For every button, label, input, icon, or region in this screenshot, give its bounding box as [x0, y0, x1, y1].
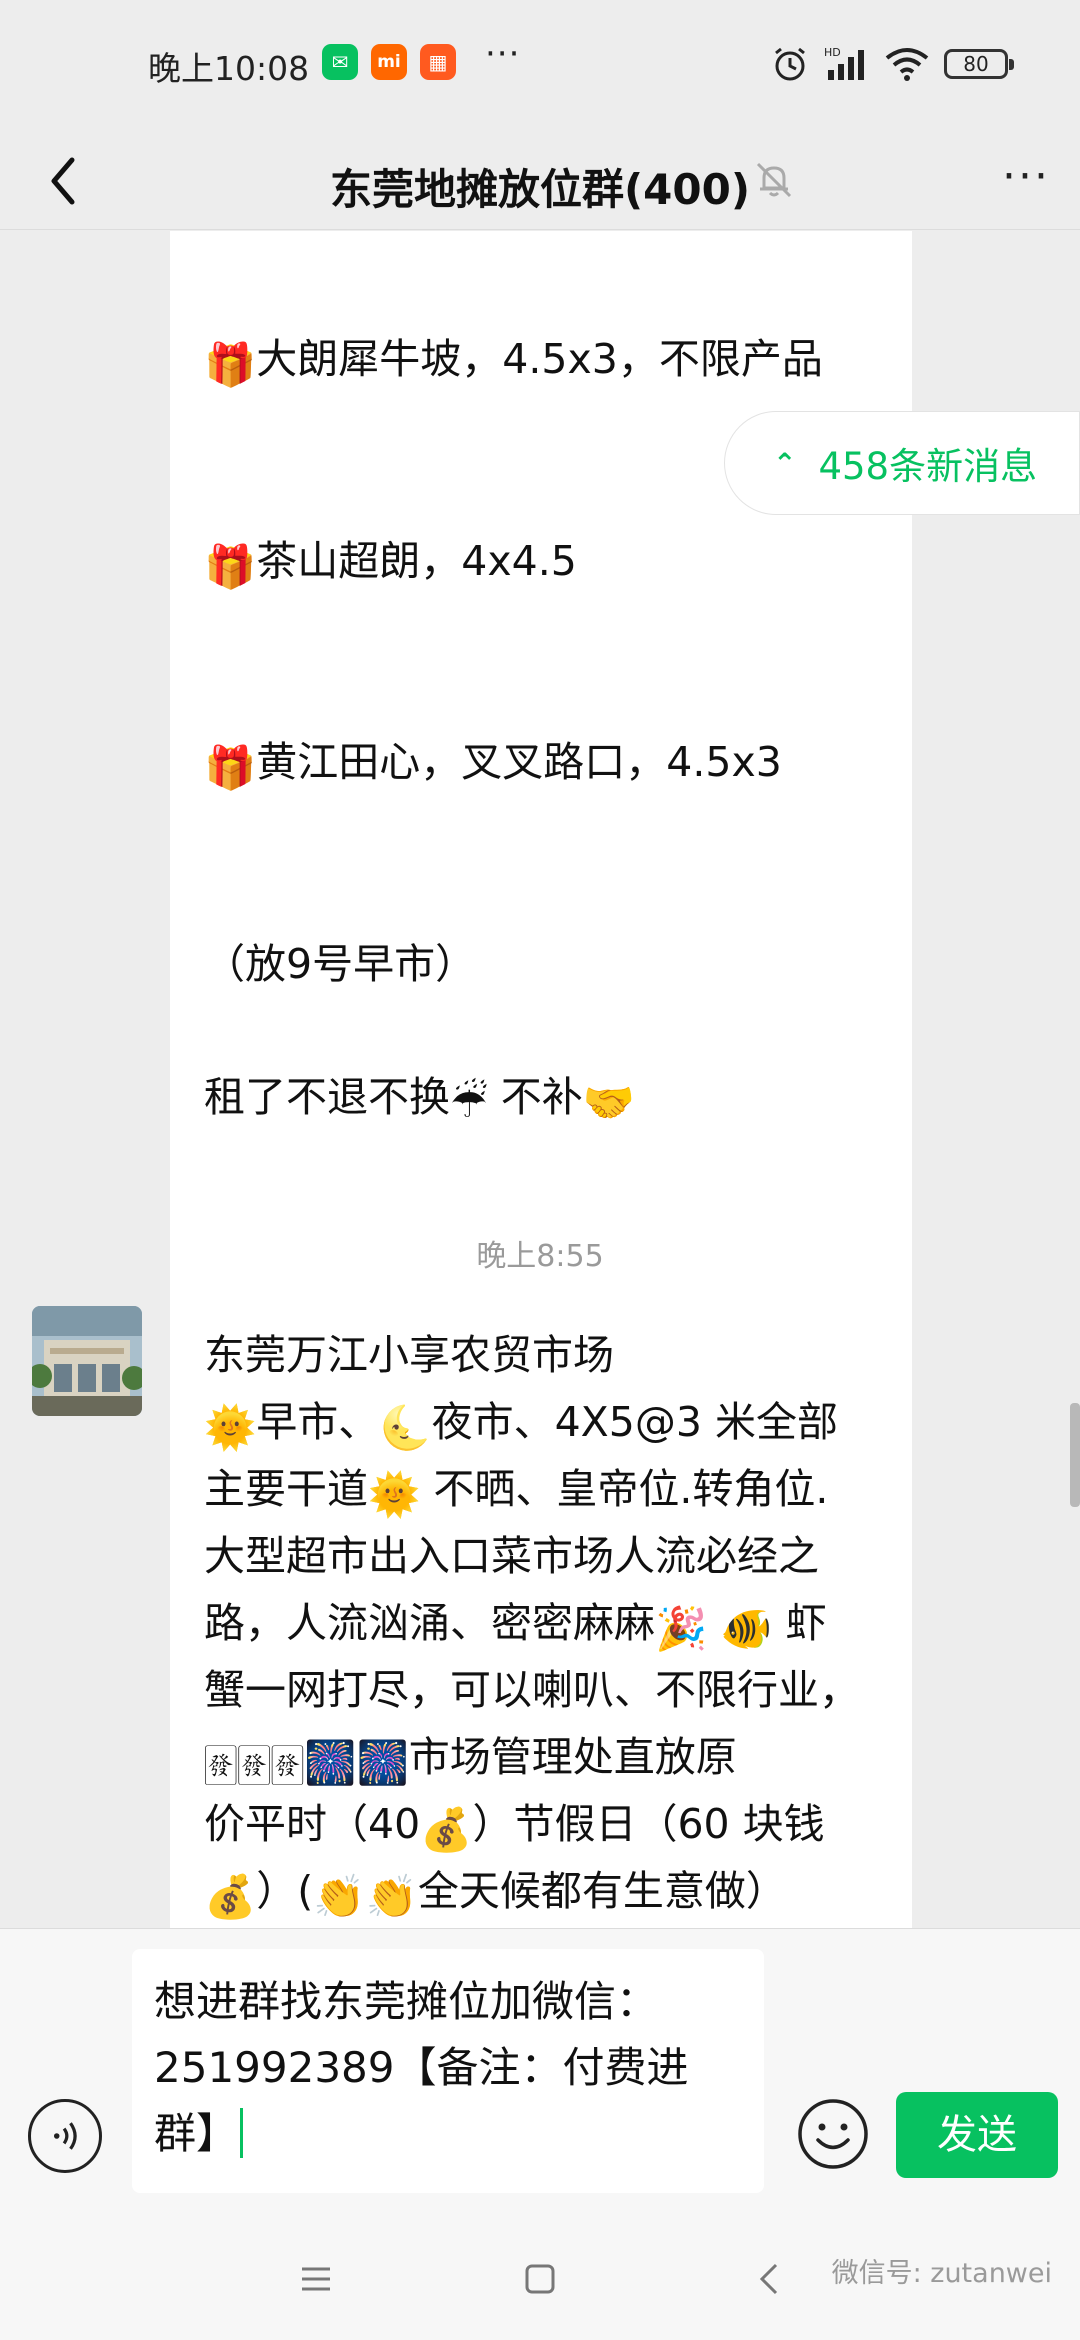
money-bag-icon: 💰: [204, 1872, 257, 1921]
emoji-button[interactable]: [796, 2097, 870, 2171]
home-icon[interactable]: [510, 2249, 570, 2309]
app-icon: ▦: [420, 44, 456, 80]
voice-input-button[interactable]: [28, 2099, 102, 2173]
sun-icon: 🌞: [204, 1403, 257, 1452]
chat-area[interactable]: 🎁大朗犀牛坡，4.5x3，不限产品 🎁茶山超朗，4x4.5 🎁黄江田心，叉叉路口…: [0, 231, 1080, 1928]
message-line: 价平时（40💰）节假日（60 块钱: [204, 1800, 825, 1854]
message-line: 🎁茶山超朗，4x4.5: [204, 537, 577, 591]
status-bar: 晚上10:08 ✉ mi ▦ ··· HD 80: [0, 0, 1080, 130]
umbrella-icon: ☔: [450, 1078, 488, 1127]
menu-icon[interactable]: [286, 2249, 346, 2309]
message-line: 大型超市出入口菜市场人流必经之: [204, 1532, 819, 1580]
clapping-icon: 👏: [313, 1872, 366, 1921]
svg-text:HD: HD: [824, 46, 841, 59]
message-timestamp: 晚上8:55: [476, 1239, 604, 1274]
message-bubble[interactable]: 🎁大朗犀牛坡，4.5x3，不限产品 🎁茶山超朗，4x4.5 🎁黄江田心，叉叉路口…: [170, 231, 912, 1394]
double-chevron-up-icon: ⌃: [773, 446, 797, 480]
handshake-icon: 🤝: [582, 1078, 635, 1127]
input-bar: 想进群找东莞摊位加微信： 251992389【备注：付费进 群】 发送: [0, 1928, 1080, 2211]
money-bag-icon: 💰: [420, 1805, 473, 1854]
mahjong-fa-icon: 🀅: [204, 1738, 238, 1787]
scrollbar[interactable]: [1070, 1403, 1080, 1507]
status-time: 晚上10:08: [148, 49, 310, 88]
message-line: 🎁大朗犀牛坡，4.5x3，不限产品: [204, 335, 823, 389]
party-popper-icon: 🎉: [655, 1604, 708, 1653]
message-line: 🎁黄江田心，叉叉路口，4.5x3: [204, 738, 782, 792]
message-line: 💰）(👏👏全天候都有生意做）: [204, 1867, 787, 1921]
new-messages-button[interactable]: ⌃ 458条新消息: [724, 411, 1080, 515]
chat-header: 东莞地摊放位群(400) ···: [0, 130, 1080, 230]
mi-icon: mi: [371, 44, 407, 80]
gift-icon: 🎁: [204, 340, 257, 389]
message-line: 🌞早市、🌜夜市、4X5@3 米全部: [204, 1398, 838, 1452]
gift-icon: 🎁: [204, 542, 257, 591]
text-caret: [240, 2108, 244, 2158]
message-input[interactable]: 想进群找东莞摊位加微信： 251992389【备注：付费进 群】: [132, 1949, 764, 2193]
gift-icon: 🎁: [204, 743, 257, 792]
alarm-icon: [775, 47, 805, 81]
bell-off-icon: [756, 162, 792, 198]
fish-icon: 🐠: [720, 1604, 773, 1653]
fireworks-icon: 🎆: [356, 1738, 409, 1787]
mahjong-fa-icon: 🀅: [270, 1738, 305, 1787]
status-overflow: ···: [485, 34, 521, 74]
fireworks-icon: 🎆: [304, 1738, 357, 1787]
message-line: （放9号早市）: [204, 940, 477, 988]
back-nav-icon[interactable]: [740, 2249, 800, 2309]
sun-icon: 🌞: [368, 1470, 421, 1519]
hd-signal-icon: HD: [824, 46, 864, 80]
message-line: 路，人流汹涌、密密麻麻🎉 🐠 虾: [204, 1599, 827, 1653]
watermark: 微信号: zutanwei: [831, 2258, 1052, 2289]
message-bubble[interactable]: 东莞万江小享农贸市场 🌞早市、🌜夜市、4X5@3 米全部 主要干道🌞 不晒、皇帝…: [170, 1306, 912, 1928]
message-line: 东莞万江小享农贸市场: [204, 1331, 614, 1379]
battery-icon: 80: [944, 49, 1014, 79]
system-nav-bar: 微信号: zutanwei: [0, 2211, 1080, 2340]
message-line: 主要干道🌞 不晒、皇帝位.转角位.: [204, 1465, 829, 1519]
avatar[interactable]: [32, 1306, 142, 1416]
send-button[interactable]: 发送: [896, 2092, 1058, 2178]
wifi-icon: [885, 48, 929, 81]
message-line: 🀅🀅🀅🎆🎆市场管理处直放原: [204, 1733, 737, 1787]
wechat-icon: ✉: [322, 44, 358, 80]
message-line: 蟹一网打尽，可以喇叭、不限行业，: [204, 1666, 860, 1714]
chat-title: 东莞地摊放位群(400): [329, 165, 751, 214]
more-options-button[interactable]: ···: [1002, 155, 1050, 199]
moon-icon: 🌜: [379, 1403, 432, 1452]
message-line: 租了不退不换☔ 不补🤝: [204, 1073, 635, 1127]
mahjong-fa-icon: 🀅: [237, 1738, 271, 1787]
clapping-icon: 👏: [365, 1872, 418, 1921]
